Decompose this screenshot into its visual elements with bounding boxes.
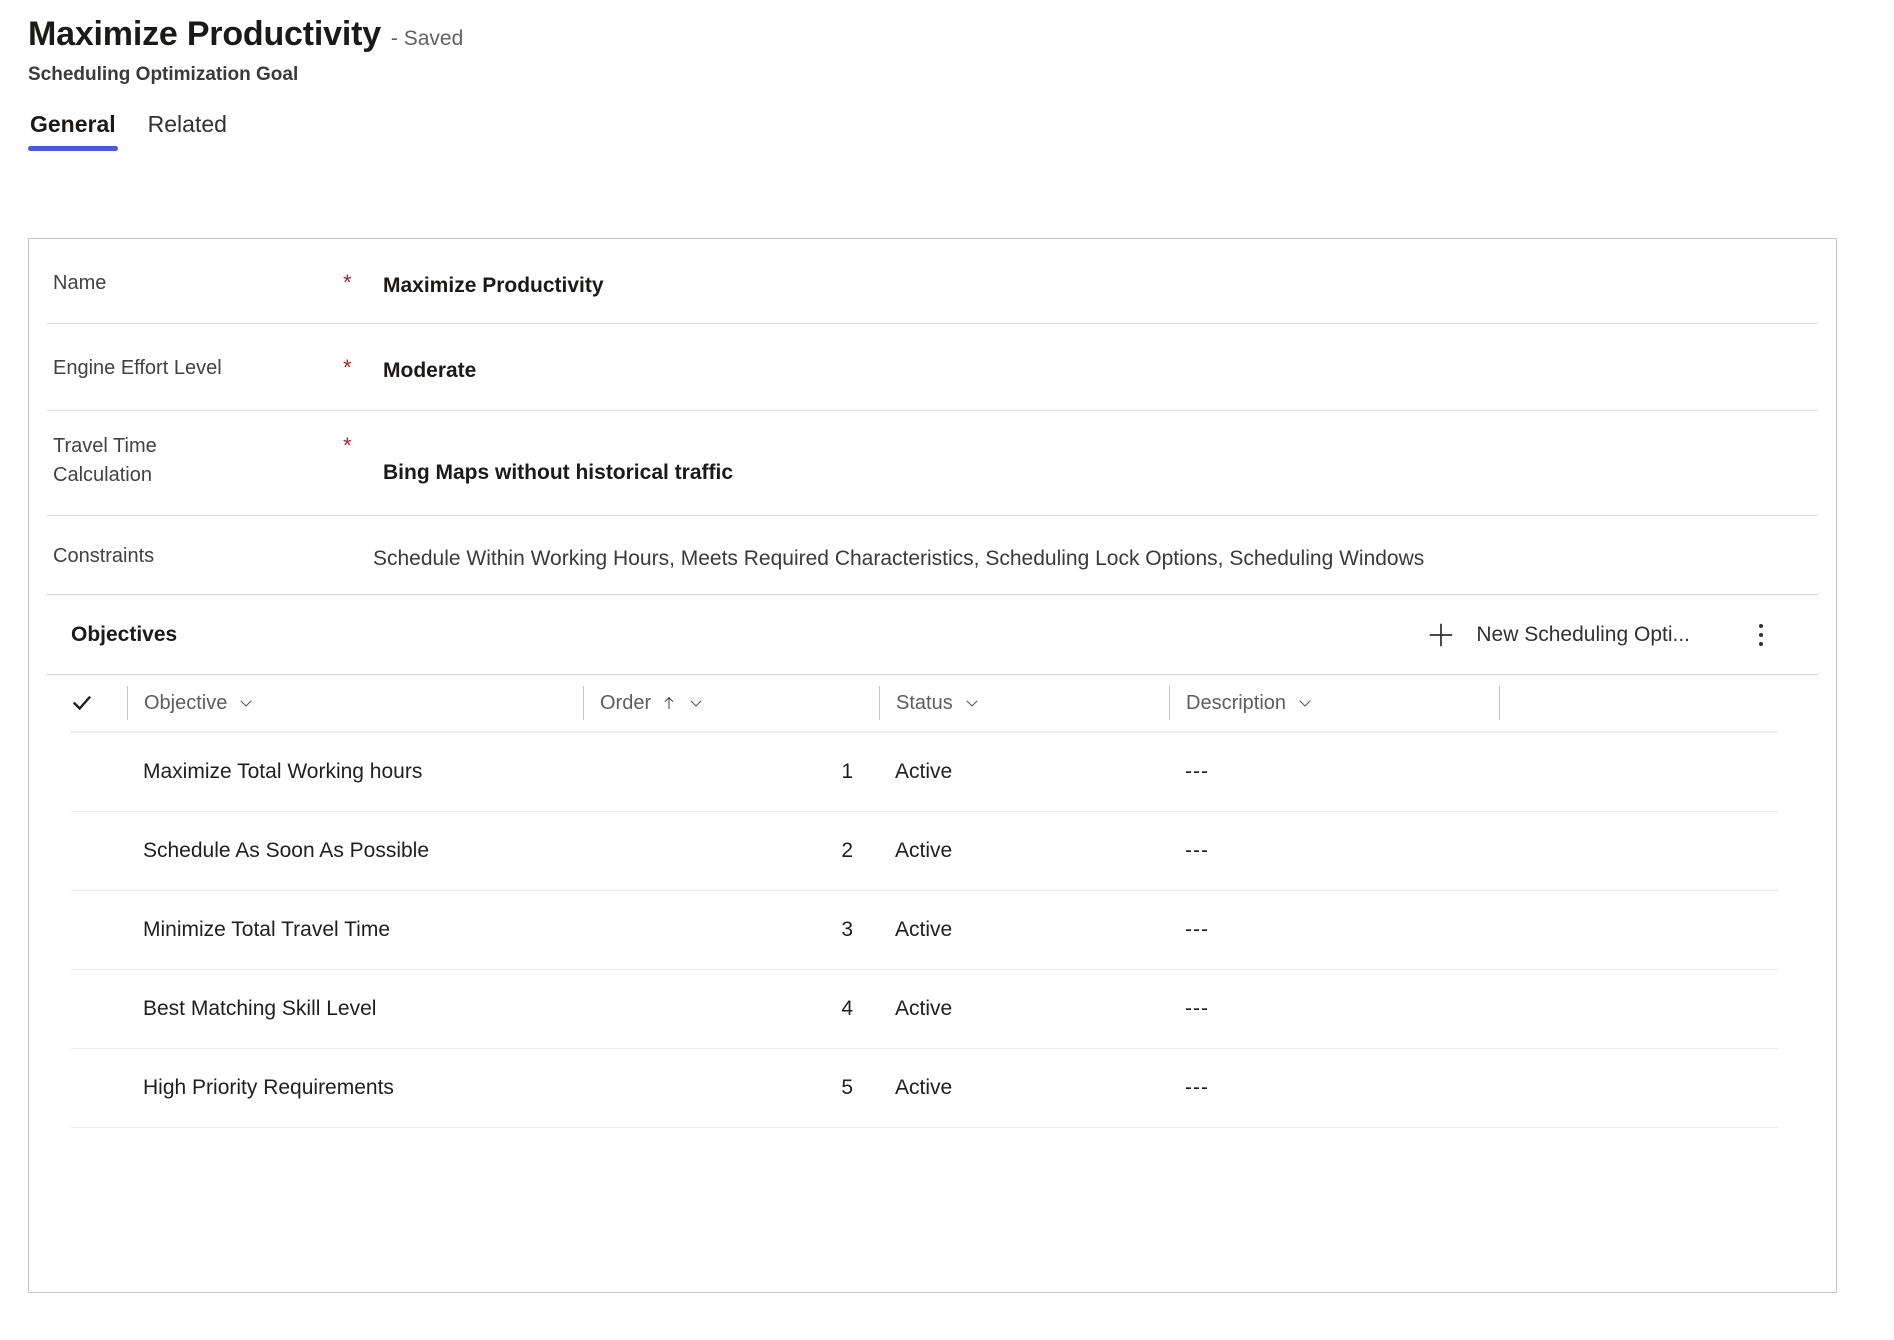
table-row[interactable]: Maximize Total Working hours 1 Active --… xyxy=(71,733,1778,812)
table-row[interactable]: Best Matching Skill Level 4 Active --- xyxy=(71,970,1778,1049)
field-row-travel-time-calculation: Travel Time Calculation * Bing Maps witho… xyxy=(47,411,1818,516)
objectives-title: Objectives xyxy=(71,622,178,646)
objectives-grid: Objective Order Status Description Maxim… xyxy=(47,675,1818,1128)
chevron-down-icon xyxy=(240,700,253,707)
cell-description: --- xyxy=(1185,1076,1209,1099)
field-label-travel-time-calculation: Travel Time Calculation xyxy=(53,435,157,486)
cell-objective: High Priority Requirements xyxy=(143,1076,394,1099)
field-label-constraints: Constraints xyxy=(53,545,155,567)
column-header-order[interactable]: Order xyxy=(583,686,879,720)
form-tabs: General Related xyxy=(28,110,1894,151)
field-label-engine-effort-level: Engine Effort Level xyxy=(53,357,222,379)
chevron-down-icon xyxy=(690,700,702,707)
cell-order: 1 xyxy=(841,760,853,783)
column-header-status-label: Status xyxy=(896,691,953,714)
cell-status: Active xyxy=(895,997,953,1020)
field-value-constraints[interactable]: Schedule Within Working Hours, Meets Req… xyxy=(373,516,1812,572)
chevron-down-icon xyxy=(966,700,978,707)
form-card: Name * Maximize Productivity Engine Effo… xyxy=(28,238,1837,1293)
cell-description: --- xyxy=(1185,760,1209,783)
field-value-engine-effort-level[interactable]: Moderate xyxy=(383,324,1812,384)
overflow-dot xyxy=(1759,641,1763,646)
overflow-dot xyxy=(1759,623,1763,628)
field-label-name: Name xyxy=(53,272,107,294)
table-row[interactable]: Minimize Total Travel Time 3 Active --- xyxy=(71,891,1778,970)
column-header-description-label: Description xyxy=(1186,691,1287,714)
column-header-objective[interactable]: Objective xyxy=(127,686,583,720)
required-asterisk-engine-effort-level: * xyxy=(343,355,352,380)
cell-description: --- xyxy=(1185,839,1209,862)
sort-ascending-arrow-icon xyxy=(664,697,674,709)
column-header-order-label: Order xyxy=(600,691,652,714)
cell-status: Active xyxy=(895,839,953,862)
field-value-name[interactable]: Maximize Productivity xyxy=(383,239,1812,299)
required-asterisk-name: * xyxy=(343,270,352,295)
objectives-subgrid-header: Objectives New Scheduling Opti... xyxy=(47,595,1818,675)
record-title-line: Maximize Productivity - Saved xyxy=(28,14,1894,55)
select-all-checkbox[interactable] xyxy=(71,692,127,714)
chevron-down-icon xyxy=(1299,700,1311,707)
new-scheduling-objective-button[interactable]: New Scheduling Opti... xyxy=(1418,614,1698,656)
plus-icon xyxy=(1430,623,1453,646)
grid-header-row: Objective Order Status Description xyxy=(71,675,1778,733)
field-value-travel-time-calculation[interactable]: Bing Maps without historical traffic xyxy=(383,411,1812,486)
new-scheduling-objective-label: New Scheduling Opti... xyxy=(1476,622,1690,646)
table-row[interactable]: Schedule As Soon As Possible 2 Active --… xyxy=(71,812,1778,891)
cell-objective: Schedule As Soon As Possible xyxy=(143,839,430,862)
cell-order: 2 xyxy=(841,839,853,862)
cell-order: 4 xyxy=(841,997,853,1020)
cell-status: Active xyxy=(895,1076,953,1099)
field-list: Name * Maximize Productivity Engine Effo… xyxy=(29,239,1836,595)
column-divider-end xyxy=(1499,686,1500,720)
more-commands-icon[interactable] xyxy=(1744,618,1778,652)
cell-status: Active xyxy=(895,918,953,941)
tab-general[interactable]: General xyxy=(28,110,118,151)
column-header-status[interactable]: Status xyxy=(879,686,1169,720)
page-title: Maximize Productivity xyxy=(28,15,381,53)
checkmark-icon xyxy=(72,695,92,711)
field-row-engine-effort-level: Engine Effort Level * Moderate xyxy=(47,324,1818,411)
cell-objective: Best Matching Skill Level xyxy=(143,997,377,1020)
column-header-objective-label: Objective xyxy=(144,691,228,714)
cell-description: --- xyxy=(1185,997,1209,1020)
cell-objective: Maximize Total Working hours xyxy=(143,760,423,783)
entity-subtitle: Scheduling Optimization Goal xyxy=(28,63,299,85)
tab-general-label: General xyxy=(30,110,116,137)
cell-order: 3 xyxy=(841,918,853,941)
tab-related-label: Related xyxy=(147,110,227,137)
column-header-description[interactable]: Description xyxy=(1169,686,1499,720)
tab-related[interactable]: Related xyxy=(146,110,229,151)
record-header: Maximize Productivity - Saved Scheduling… xyxy=(0,0,1894,86)
record-form-page: Maximize Productivity - Saved Scheduling… xyxy=(0,0,1894,1340)
save-status: - Saved xyxy=(390,27,464,50)
table-row[interactable]: High Priority Requirements 5 Active --- xyxy=(71,1049,1778,1128)
cell-status: Active xyxy=(895,760,953,783)
field-row-constraints: Constraints Schedule Within Working Hour… xyxy=(47,516,1818,595)
cell-objective: Minimize Total Travel Time xyxy=(143,918,391,941)
cell-description: --- xyxy=(1185,918,1209,941)
tab-active-underline xyxy=(28,145,118,151)
required-asterisk-travel-time-calculation: * xyxy=(343,433,352,458)
cell-order: 5 xyxy=(841,1076,853,1099)
field-row-name: Name * Maximize Productivity xyxy=(47,239,1818,324)
overflow-dot xyxy=(1759,632,1763,637)
